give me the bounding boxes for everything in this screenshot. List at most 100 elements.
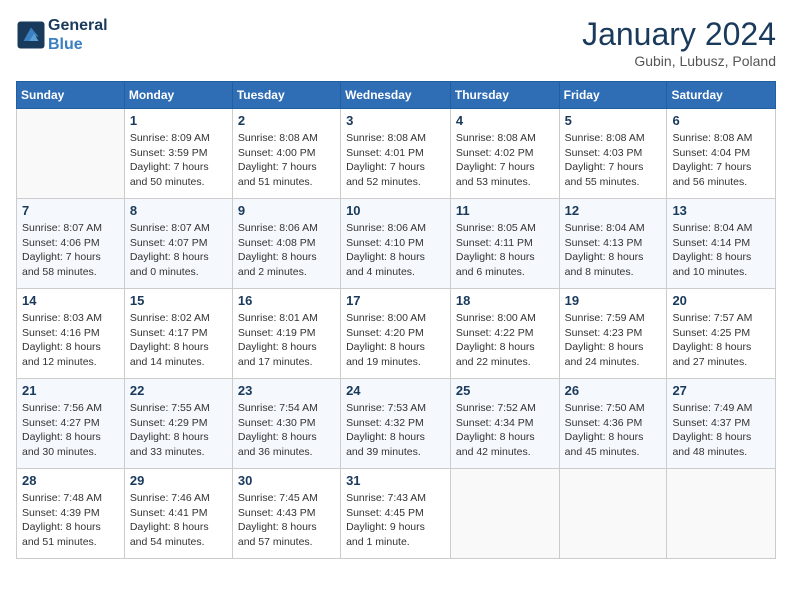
day-info: Sunrise: 8:04 AMSunset: 4:14 PMDaylight:… (672, 221, 770, 280)
day-number: 8 (130, 203, 227, 218)
logo-text-general: General (48, 16, 108, 35)
day-info: Sunrise: 7:59 AMSunset: 4:23 PMDaylight:… (565, 311, 662, 370)
day-cell: 9 Sunrise: 8:06 AMSunset: 4:08 PMDaylight… (232, 199, 340, 289)
week-row-4: 21 Sunrise: 7:56 AMSunset: 4:27 PMDayligh… (17, 379, 776, 469)
day-cell: 23 Sunrise: 7:54 AMSunset: 4:30 PMDayligh… (232, 379, 340, 469)
day-cell: 5 Sunrise: 8:08 AMSunset: 4:03 PMDaylight… (559, 109, 667, 199)
logo: General Blue (16, 16, 108, 54)
day-number: 6 (672, 113, 770, 128)
day-cell: 10Sunrise: 8:06 AMSunset: 4:10 PMDayligh… (341, 199, 451, 289)
day-number: 16 (238, 293, 335, 308)
day-number: 3 (346, 113, 445, 128)
day-info: Sunrise: 8:09 AMSunset: 3:59 PMDaylight:… (130, 131, 227, 190)
day-cell: 11 Sunrise: 8:05 AMSunset: 4:11 PMDayligh… (450, 199, 559, 289)
day-cell: 2 Sunrise: 8:08 AMSunset: 4:00 PMDaylight… (232, 109, 340, 199)
week-row-2: 7 Sunrise: 8:07 AMSunset: 4:06 PMDaylight… (17, 199, 776, 289)
page-header: General Blue January 2024 Gubin, Lubusz,… (16, 16, 776, 69)
day-cell: 26 Sunrise: 7:50 AMSunset: 4:36 PMDayligh… (559, 379, 667, 469)
day-info: Sunrise: 7:55 AMSunset: 4:29 PMDaylight:… (130, 401, 227, 460)
title-block: January 2024 Gubin, Lubusz, Poland (582, 16, 776, 69)
day-number: 22 (130, 383, 227, 398)
day-number: 19 (565, 293, 662, 308)
day-number: 11 (456, 203, 554, 218)
day-info: Sunrise: 8:00 AMSunset: 4:22 PMDaylight:… (456, 311, 554, 370)
day-info: Sunrise: 8:01 AMSunset: 4:19 PMDaylight:… (238, 311, 335, 370)
day-cell: 17Sunrise: 8:00 AMSunset: 4:20 PMDayligh… (341, 289, 451, 379)
day-cell (559, 469, 667, 559)
day-cell: 30Sunrise: 7:45 AMSunset: 4:43 PMDayligh… (232, 469, 340, 559)
weekday-header-thursday: Thursday (450, 82, 559, 109)
day-info: Sunrise: 7:46 AMSunset: 4:41 PMDaylight:… (130, 491, 227, 550)
logo-text-blue: Blue (48, 35, 108, 54)
weekday-header-wednesday: Wednesday (341, 82, 451, 109)
day-number: 2 (238, 113, 335, 128)
day-number: 5 (565, 113, 662, 128)
day-number: 7 (22, 203, 119, 218)
day-number: 28 (22, 473, 119, 488)
day-info: Sunrise: 8:00 AMSunset: 4:20 PMDaylight:… (346, 311, 445, 370)
day-info: Sunrise: 8:04 AMSunset: 4:13 PMDaylight:… (565, 221, 662, 280)
day-cell: 7 Sunrise: 8:07 AMSunset: 4:06 PMDaylight… (17, 199, 125, 289)
day-info: Sunrise: 8:05 AMSunset: 4:11 PMDaylight:… (456, 221, 554, 280)
day-number: 14 (22, 293, 119, 308)
day-info: Sunrise: 7:54 AMSunset: 4:30 PMDaylight:… (238, 401, 335, 460)
day-info: Sunrise: 8:07 AMSunset: 4:07 PMDaylight:… (130, 221, 227, 280)
day-cell (17, 109, 125, 199)
day-info: Sunrise: 7:56 AMSunset: 4:27 PMDaylight:… (22, 401, 119, 460)
week-row-3: 14 Sunrise: 8:03 AMSunset: 4:16 PMDayligh… (17, 289, 776, 379)
weekday-header-tuesday: Tuesday (232, 82, 340, 109)
location: Gubin, Lubusz, Poland (582, 53, 776, 69)
day-cell: 4 Sunrise: 8:08 AMSunset: 4:02 PMDaylight… (450, 109, 559, 199)
day-cell: 8 Sunrise: 8:07 AMSunset: 4:07 PMDaylight… (124, 199, 232, 289)
day-info: Sunrise: 7:52 AMSunset: 4:34 PMDaylight:… (456, 401, 554, 460)
day-cell: 27Sunrise: 7:49 AMSunset: 4:37 PMDayligh… (667, 379, 776, 469)
day-info: Sunrise: 8:08 AMSunset: 4:03 PMDaylight:… (565, 131, 662, 190)
day-cell: 6Sunrise: 8:08 AMSunset: 4:04 PMDaylight… (667, 109, 776, 199)
day-number: 9 (238, 203, 335, 218)
day-number: 29 (130, 473, 227, 488)
weekday-header-saturday: Saturday (667, 82, 776, 109)
day-cell: 25 Sunrise: 7:52 AMSunset: 4:34 PMDayligh… (450, 379, 559, 469)
day-number: 4 (456, 113, 554, 128)
day-cell: 15 Sunrise: 8:02 AMSunset: 4:17 PMDayligh… (124, 289, 232, 379)
day-cell: 3 Sunrise: 8:08 AMSunset: 4:01 PMDaylight… (341, 109, 451, 199)
day-info: Sunrise: 8:06 AMSunset: 4:08 PMDaylight:… (238, 221, 335, 280)
day-number: 18 (456, 293, 554, 308)
day-cell: 1 Sunrise: 8:09 AMSunset: 3:59 PMDaylight… (124, 109, 232, 199)
day-number: 21 (22, 383, 119, 398)
day-number: 15 (130, 293, 227, 308)
day-cell (667, 469, 776, 559)
weekday-header-friday: Friday (559, 82, 667, 109)
day-info: Sunrise: 7:48 AMSunset: 4:39 PMDaylight:… (22, 491, 119, 550)
day-cell: 21 Sunrise: 7:56 AMSunset: 4:27 PMDayligh… (17, 379, 125, 469)
day-info: Sunrise: 8:08 AMSunset: 4:01 PMDaylight:… (346, 131, 445, 190)
day-info: Sunrise: 7:50 AMSunset: 4:36 PMDaylight:… (565, 401, 662, 460)
day-number: 25 (456, 383, 554, 398)
logo-icon (16, 20, 46, 50)
day-cell: 24Sunrise: 7:53 AMSunset: 4:32 PMDayligh… (341, 379, 451, 469)
day-number: 1 (130, 113, 227, 128)
weekday-header-monday: Monday (124, 82, 232, 109)
day-cell: 31Sunrise: 7:43 AMSunset: 4:45 PMDayligh… (341, 469, 451, 559)
day-info: Sunrise: 7:49 AMSunset: 4:37 PMDaylight:… (672, 401, 770, 460)
day-number: 23 (238, 383, 335, 398)
day-info: Sunrise: 8:08 AMSunset: 4:02 PMDaylight:… (456, 131, 554, 190)
day-cell: 12Sunrise: 8:04 AMSunset: 4:13 PMDayligh… (559, 199, 667, 289)
day-info: Sunrise: 8:08 AMSunset: 4:00 PMDaylight:… (238, 131, 335, 190)
day-cell (450, 469, 559, 559)
day-info: Sunrise: 8:03 AMSunset: 4:16 PMDaylight:… (22, 311, 119, 370)
calendar-table: SundayMondayTuesdayWednesdayThursdayFrid… (16, 81, 776, 559)
day-number: 26 (565, 383, 662, 398)
weekday-header-sunday: Sunday (17, 82, 125, 109)
day-cell: 18 Sunrise: 8:00 AMSunset: 4:22 PMDayligh… (450, 289, 559, 379)
day-cell: 14 Sunrise: 8:03 AMSunset: 4:16 PMDayligh… (17, 289, 125, 379)
day-cell: 13Sunrise: 8:04 AMSunset: 4:14 PMDayligh… (667, 199, 776, 289)
day-info: Sunrise: 8:02 AMSunset: 4:17 PMDaylight:… (130, 311, 227, 370)
day-info: Sunrise: 7:53 AMSunset: 4:32 PMDaylight:… (346, 401, 445, 460)
week-row-5: 28 Sunrise: 7:48 AMSunset: 4:39 PMDayligh… (17, 469, 776, 559)
day-info: Sunrise: 7:45 AMSunset: 4:43 PMDaylight:… (238, 491, 335, 550)
day-cell: 16 Sunrise: 8:01 AMSunset: 4:19 PMDayligh… (232, 289, 340, 379)
day-info: Sunrise: 8:07 AMSunset: 4:06 PMDaylight:… (22, 221, 119, 280)
day-number: 31 (346, 473, 445, 488)
day-cell: 19 Sunrise: 7:59 AMSunset: 4:23 PMDayligh… (559, 289, 667, 379)
